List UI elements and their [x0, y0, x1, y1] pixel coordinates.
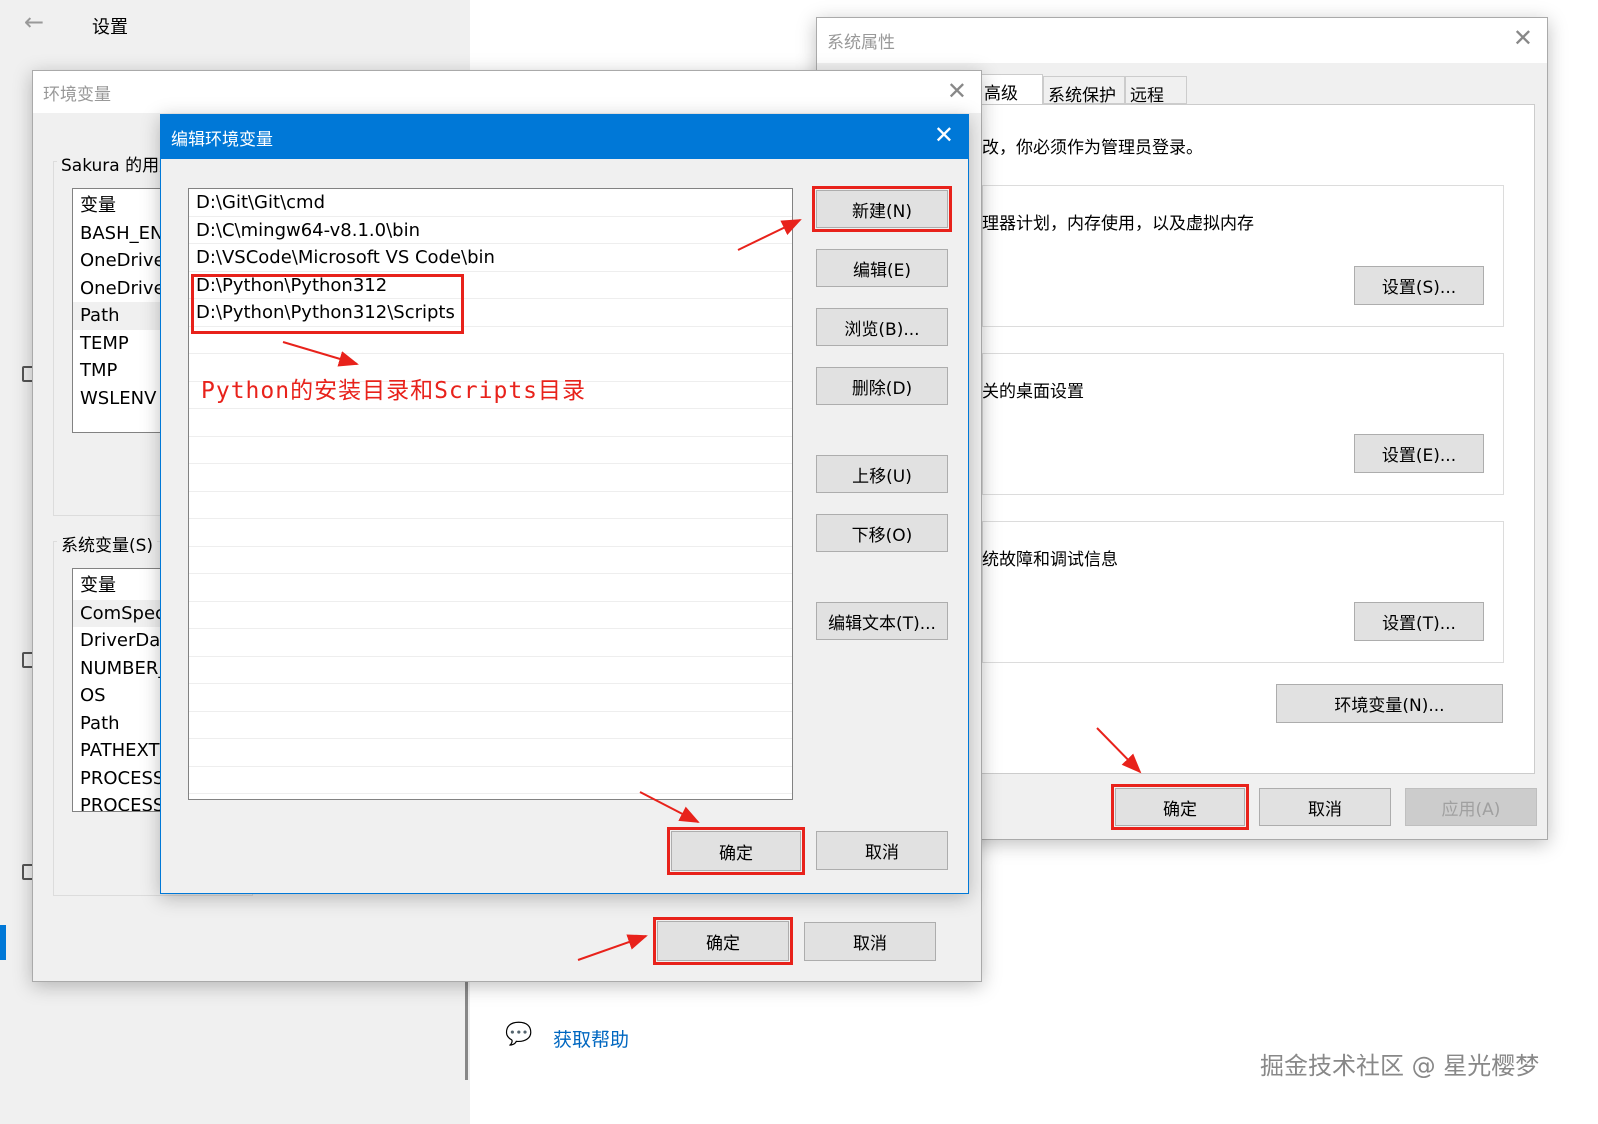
- arrow-icon: [737, 219, 802, 251]
- watermark: 掘金技术社区 @ 星光樱梦: [1260, 1052, 1540, 1080]
- arrow-icon: [1096, 727, 1142, 774]
- arrow-icon: [282, 341, 359, 367]
- arrow-icon: [639, 791, 700, 823]
- annotation-arrows: [282, 219, 1142, 961]
- arrow-icon: [577, 934, 648, 961]
